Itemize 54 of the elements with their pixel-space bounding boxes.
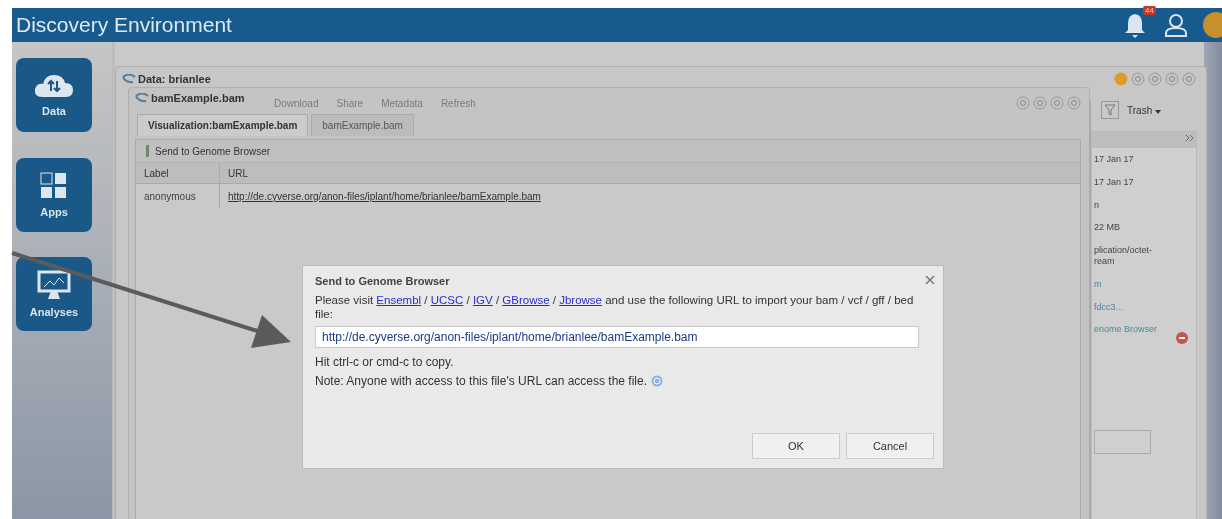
detail-text: n <box>1094 199 1099 210</box>
window-title: bamExample.bam <box>151 92 245 104</box>
window-control-icon[interactable] <box>1016 96 1030 110</box>
url-link[interactable]: http://de.cyverse.org/anon-files/iplant/home/brianlee/bamExample.bam <box>228 190 541 202</box>
notification-badge: 44 <box>1143 6 1156 15</box>
link[interactable]: Jbrowse <box>559 294 602 306</box>
window-icon <box>135 93 149 103</box>
bell-icon[interactable] <box>1124 12 1146 38</box>
link[interactable]: GBrowse <box>502 294 550 306</box>
note-text: Note: Anyone with access to this file's URL can access the file. <box>315 373 647 388</box>
dialog-button[interactable]: OK <box>752 433 840 459</box>
detail-text: 17 Jan 17 <box>1094 176 1134 187</box>
sidebar-button[interactable]: Data <box>16 58 92 132</box>
window-control-icon[interactable] <box>1148 72 1162 86</box>
input-field[interactable] <box>1094 430 1151 454</box>
info-icon[interactable] <box>1114 72 1128 86</box>
instruction-text: Please visit Ensembl / UCSC / IGV / GBrowse / Jbrowse and use the following URL to import your bam / vcf / gff / bed file: <box>315 293 915 322</box>
help-icon[interactable] <box>651 374 663 387</box>
window-title: Data: brianlee <box>138 73 211 85</box>
dialog-button[interactable]: Cancel <box>846 433 934 459</box>
window-icon <box>122 74 136 84</box>
dialog-title: Send to Genome Browser <box>315 275 450 287</box>
send-to-genome-browser-button[interactable]: Send to Genome Browser <box>155 145 271 157</box>
window-control-icon[interactable] <box>1131 72 1145 86</box>
link[interactable]: Ensembl <box>376 294 422 306</box>
remove-icon[interactable] <box>1176 332 1188 344</box>
sidebar-button[interactable]: Analyses <box>16 257 92 331</box>
link[interactable]: IGV <box>472 294 493 306</box>
window-control-icon[interactable] <box>1050 96 1064 110</box>
detail-text: 22 MB <box>1094 222 1120 233</box>
tab[interactable]: bamExample.bam <box>311 114 414 136</box>
link[interactable]: UCSC <box>430 294 464 306</box>
detail-text: 17 Jan 17 <box>1094 154 1134 164</box>
close-button[interactable] <box>925 273 935 283</box>
hint-text: Hit ctrl-c or cmd-c to copy. <box>315 354 455 369</box>
sidebar-button[interactable]: Apps <box>16 158 92 232</box>
column-header: Label <box>144 167 169 179</box>
url-field[interactable]: http://de.cyverse.org/anon-files/iplant/home/brianlee/bamExample.bam <box>315 325 919 348</box>
window-control-icon[interactable] <box>1033 96 1047 110</box>
window-control-icon[interactable] <box>1165 72 1179 86</box>
app-title: Discovery Environment <box>16 13 232 37</box>
cloud-icon <box>34 73 74 99</box>
expand-icon[interactable] <box>1184 132 1196 144</box>
avatar-icon[interactable] <box>1202 11 1222 39</box>
user-icon[interactable] <box>1164 13 1188 37</box>
caret-icon <box>1155 109 1161 114</box>
table-cell: anonymous <box>144 190 196 202</box>
tab[interactable]: Visualization:bamExample.bam <box>137 114 309 136</box>
trash-menu[interactable]: Trash <box>1127 104 1161 116</box>
detail-text: plication/octet- ream <box>1094 245 1153 266</box>
column-header: URL <box>228 167 248 179</box>
monitor-icon <box>37 270 71 300</box>
grid-icon <box>40 172 68 200</box>
filter-icon[interactable] <box>1101 101 1119 119</box>
